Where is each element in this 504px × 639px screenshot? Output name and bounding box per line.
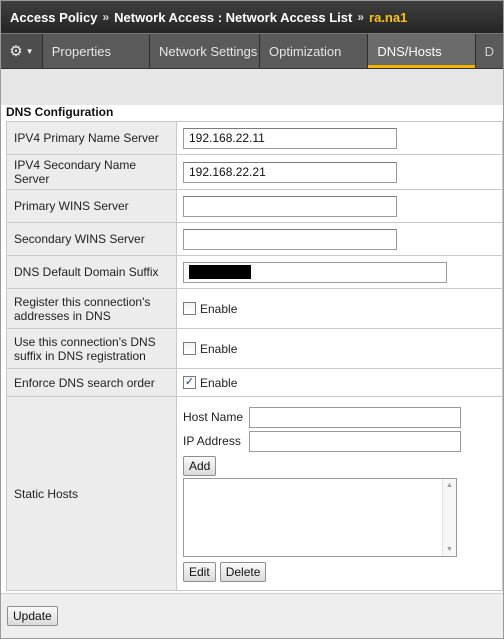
- ipv4-primary-input[interactable]: [183, 127, 397, 149]
- ip-address-label: IP Address: [183, 434, 241, 448]
- register-connection-label-line1: Register this connection's: [14, 294, 151, 309]
- breadcrumb-separator: »: [357, 10, 365, 24]
- static-hosts-label: Static Hosts: [6, 396, 177, 591]
- tab-truncated[interactable]: D: [476, 34, 503, 68]
- chevron-down-icon: ▼: [25, 46, 34, 56]
- tab-menu-button[interactable]: ⚙ ▼: [1, 34, 43, 68]
- footer-bar: Update: [1, 593, 503, 638]
- update-button[interactable]: Update: [7, 606, 58, 626]
- ipv4-primary-label: IPV4 Primary Name Server: [6, 121, 177, 155]
- tab-network-settings[interactable]: Network Settings: [150, 34, 261, 68]
- use-suffix-label-line2: suffix in DNS registration: [14, 348, 146, 363]
- ip-address-input[interactable]: [249, 430, 461, 452]
- ipv4-secondary-label: IPV4 Secondary Name Server: [6, 154, 177, 190]
- register-connection-label-line2: addresses in DNS: [14, 308, 111, 323]
- host-name-label: Host Name: [183, 410, 244, 424]
- section-title: DNS Configuration: [6, 105, 114, 119]
- register-connection-enable-label: Enable: [200, 301, 238, 316]
- breadcrumb-current-resource: ra.na1: [369, 9, 408, 25]
- tab-bar: ⚙ ▼ Properties Network Settings Optimiza…: [1, 33, 503, 69]
- breadcrumb: Access Policy » Network Access : Network…: [1, 1, 503, 33]
- primary-wins-input[interactable]: [183, 195, 397, 217]
- use-suffix-label: Use this connection's DNS suffix in DNS …: [6, 328, 177, 369]
- gear-icon: ⚙: [9, 42, 23, 60]
- enforce-order-checkbox[interactable]: ✓: [183, 376, 196, 389]
- scroll-down-icon[interactable]: ▼: [446, 546, 453, 553]
- secondary-wins-input[interactable]: [183, 228, 397, 250]
- ipv4-secondary-input[interactable]: [183, 161, 397, 183]
- breadcrumb-separator: »: [102, 10, 110, 24]
- edit-button[interactable]: Edit: [183, 562, 216, 582]
- tab-dns-hosts[interactable]: DNS/Hosts: [368, 34, 476, 68]
- add-button[interactable]: Add: [183, 456, 217, 476]
- breadcrumb-access-policy[interactable]: Access Policy: [10, 10, 97, 25]
- static-hosts-list[interactable]: ▲ ▼: [183, 478, 457, 557]
- dns-suffix-input[interactable]: [183, 261, 447, 283]
- tab-optimization[interactable]: Optimization: [260, 34, 369, 68]
- register-connection-label: Register this connection's addresses in …: [6, 288, 177, 329]
- secondary-wins-label: Secondary WINS Server: [6, 222, 177, 256]
- list-scrollbar[interactable]: ▲ ▼: [442, 479, 456, 556]
- dns-suffix-label: DNS Default Domain Suffix: [6, 255, 177, 289]
- enforce-order-label: Enforce DNS search order: [6, 368, 177, 397]
- tab-properties[interactable]: Properties: [43, 34, 151, 68]
- enforce-order-enable-label: Enable: [200, 375, 238, 390]
- breadcrumb-network-access-list[interactable]: Network Access : Network Access List: [114, 10, 352, 25]
- dns-config-table: IPV4 Primary Name Server IPV4 Secondary …: [6, 121, 503, 591]
- check-icon: ✓: [184, 376, 195, 388]
- redaction-block: [189, 265, 251, 279]
- use-suffix-checkbox[interactable]: [183, 342, 196, 355]
- host-name-input[interactable]: [249, 406, 461, 428]
- spacer: [1, 69, 503, 105]
- dns-hosts-page: Access Policy » Network Access : Network…: [0, 0, 504, 639]
- use-suffix-label-line1: Use this connection's DNS: [14, 334, 156, 349]
- register-connection-checkbox[interactable]: [183, 302, 196, 315]
- delete-button[interactable]: Delete: [219, 562, 267, 582]
- primary-wins-label: Primary WINS Server: [6, 189, 177, 223]
- scroll-up-icon[interactable]: ▲: [446, 482, 453, 489]
- use-suffix-enable-label: Enable: [200, 341, 238, 356]
